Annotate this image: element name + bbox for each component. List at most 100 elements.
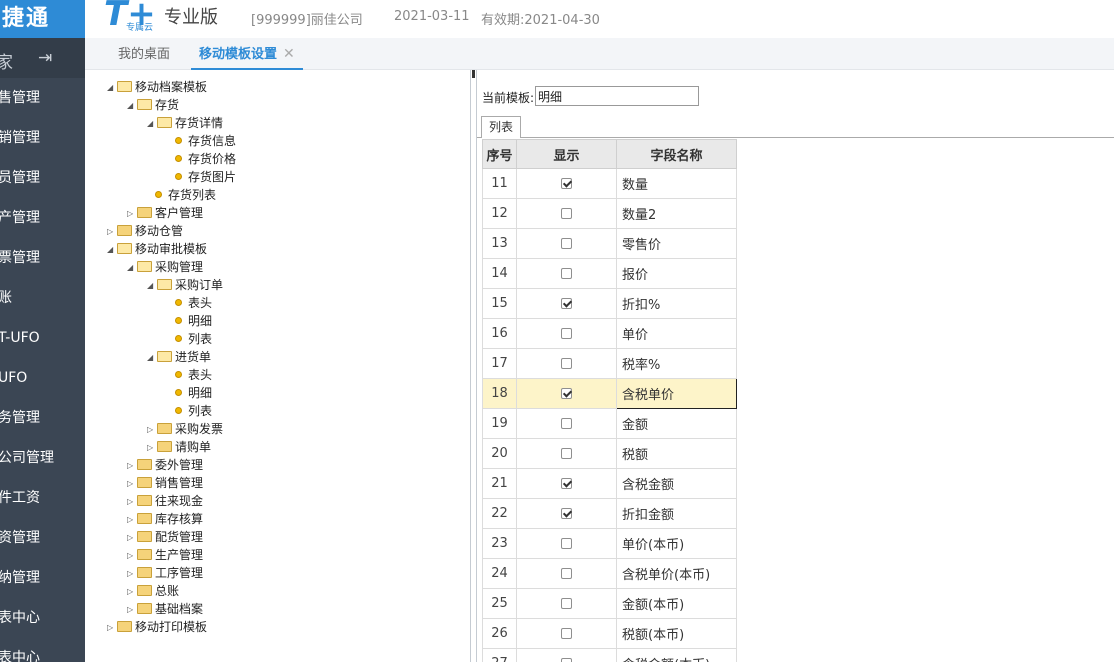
table-row[interactable]: 12 数量2: [482, 198, 737, 229]
tree-folder[interactable]: ▷ 生产管理: [127, 546, 203, 564]
field-name-cell[interactable]: 税额(本币): [616, 618, 737, 649]
field-name-cell[interactable]: 数量: [616, 168, 737, 199]
tree-folder[interactable]: ◢ 存货详情: [147, 114, 223, 132]
show-checkbox[interactable]: [561, 328, 572, 339]
tree-folder[interactable]: ◢ 移动档案模板: [107, 78, 207, 96]
tree-folder[interactable]: ▷ 移动仓管: [107, 222, 183, 240]
company-name[interactable]: [999999]丽佳公司: [251, 9, 363, 28]
sidebar-item[interactable]: 员管理: [0, 158, 85, 198]
table-row[interactable]: 21 含税金额: [482, 468, 737, 499]
field-name-cell[interactable]: 金额: [616, 408, 737, 439]
tree-leaf[interactable]: 列表: [175, 402, 212, 420]
collapse-triangle-icon[interactable]: ◢: [107, 241, 117, 259]
tree-folder[interactable]: ▷ 基础档案: [127, 600, 203, 618]
tree-leaf[interactable]: 表头: [175, 294, 212, 312]
sidebar-item[interactable]: 产管理: [0, 198, 85, 238]
tree-folder[interactable]: ◢ 存货: [127, 96, 179, 114]
col-header-seq[interactable]: 序号: [482, 139, 517, 169]
table-row[interactable]: 16 单价: [482, 318, 737, 349]
sidebar-item[interactable]: 销管理: [0, 118, 85, 158]
field-name-cell[interactable]: 税率%: [616, 348, 737, 379]
table-row[interactable]: 17 税率%: [482, 348, 737, 379]
field-name-cell[interactable]: 税额: [616, 438, 737, 469]
expand-triangle-icon[interactable]: ▷: [127, 583, 137, 601]
splitter-handle[interactable]: [470, 70, 477, 662]
field-name-cell[interactable]: 零售价: [616, 228, 737, 259]
collapse-triangle-icon[interactable]: ◢: [147, 349, 157, 367]
tree-leaf[interactable]: 明细: [175, 384, 212, 402]
tree-leaf[interactable]: 存货列表: [155, 186, 216, 204]
field-name-cell[interactable]: 金额(本币): [616, 588, 737, 619]
tree-folder[interactable]: ▷ 请购单: [147, 438, 211, 456]
field-name-cell[interactable]: 含税单价(本币): [616, 558, 737, 589]
show-checkbox[interactable]: [561, 568, 572, 579]
show-checkbox[interactable]: [561, 508, 572, 519]
field-name-cell[interactable]: 单价(本币): [616, 528, 737, 559]
show-checkbox[interactable]: [561, 208, 572, 219]
expand-triangle-icon[interactable]: ▷: [147, 421, 157, 439]
table-row[interactable]: 22 折扣金额: [482, 498, 737, 529]
table-row[interactable]: 18 含税单价: [482, 378, 737, 409]
expand-triangle-icon[interactable]: ▷: [127, 457, 137, 475]
expand-triangle-icon[interactable]: ▷: [107, 619, 117, 637]
tree-leaf[interactable]: 存货图片: [175, 168, 236, 186]
tree-folder[interactable]: ▷ 配货管理: [127, 528, 203, 546]
tree-folder[interactable]: ▷ 采购发票: [147, 420, 223, 438]
collapse-triangle-icon[interactable]: ◢: [107, 79, 117, 97]
tab-list[interactable]: 列表: [481, 116, 521, 138]
switch-icon[interactable]: ⇥: [38, 48, 52, 68]
sidebar-item[interactable]: 纳管理: [0, 558, 85, 598]
field-name-cell[interactable]: 报价: [616, 258, 737, 289]
tree-folder[interactable]: ▷ 移动打印模板: [107, 618, 207, 636]
show-checkbox[interactable]: [561, 178, 572, 189]
sidebar-item[interactable]: 账: [0, 278, 85, 318]
sidebar-item[interactable]: 公司管理: [0, 438, 85, 478]
expand-triangle-icon[interactable]: ▷: [127, 205, 137, 223]
table-row[interactable]: 15 折扣%: [482, 288, 737, 319]
table-row[interactable]: 23 单价(本币): [482, 528, 737, 559]
tree-folder[interactable]: ◢ 采购管理: [127, 258, 203, 276]
tree-leaf[interactable]: 存货信息: [175, 132, 236, 150]
tree-folder[interactable]: ▷ 总账: [127, 582, 179, 600]
tree-leaf[interactable]: 列表: [175, 330, 212, 348]
show-checkbox[interactable]: [561, 298, 572, 309]
field-name-cell[interactable]: 数量2: [616, 198, 737, 229]
show-checkbox[interactable]: [561, 628, 572, 639]
expand-triangle-icon[interactable]: ▷: [127, 511, 137, 529]
expand-triangle-icon[interactable]: ▷: [107, 223, 117, 241]
table-row[interactable]: 27 含税金额(本币): [482, 648, 737, 662]
expand-triangle-icon[interactable]: ▷: [127, 601, 137, 619]
expand-triangle-icon[interactable]: ▷: [127, 529, 137, 547]
sidebar-item[interactable]: 件工资: [0, 478, 85, 518]
show-checkbox[interactable]: [561, 418, 572, 429]
tree-leaf[interactable]: 存货价格: [175, 150, 236, 168]
tree-folder[interactable]: ▷ 往来现金: [127, 492, 203, 510]
table-row[interactable]: 24 含税单价(本币): [482, 558, 737, 589]
sidebar-item[interactable]: 表中心: [0, 598, 85, 638]
sidebar-item[interactable]: UFO: [0, 358, 85, 398]
show-checkbox[interactable]: [561, 658, 572, 662]
table-row[interactable]: 14 报价: [482, 258, 737, 289]
tree-folder[interactable]: ▷ 委外管理: [127, 456, 203, 474]
expand-triangle-icon[interactable]: ▷: [127, 565, 137, 583]
show-checkbox[interactable]: [561, 538, 572, 549]
tree-folder[interactable]: ▷ 客户管理: [127, 204, 203, 222]
sidebar-item[interactable]: 务管理: [0, 398, 85, 438]
field-name-cell[interactable]: 含税单价: [616, 378, 737, 409]
table-row[interactable]: 13 零售价: [482, 228, 737, 259]
table-row[interactable]: 25 金额(本币): [482, 588, 737, 619]
col-header-show[interactable]: 显示: [516, 139, 617, 169]
tree-leaf[interactable]: 表头: [175, 366, 212, 384]
tree-folder[interactable]: ◢ 进货单: [147, 348, 211, 366]
show-checkbox[interactable]: [561, 268, 572, 279]
table-row[interactable]: 20 税额: [482, 438, 737, 469]
current-template-input[interactable]: [535, 86, 699, 106]
expand-triangle-icon[interactable]: ▷: [127, 475, 137, 493]
sidebar-item[interactable]: 售管理: [0, 78, 85, 118]
table-row[interactable]: 26 税额(本币): [482, 618, 737, 649]
field-name-cell[interactable]: 含税金额: [616, 468, 737, 499]
field-name-cell[interactable]: 折扣%: [616, 288, 737, 319]
collapse-triangle-icon[interactable]: ◢: [127, 259, 137, 277]
show-checkbox[interactable]: [561, 448, 572, 459]
field-name-cell[interactable]: 含税金额(本币): [616, 648, 737, 662]
